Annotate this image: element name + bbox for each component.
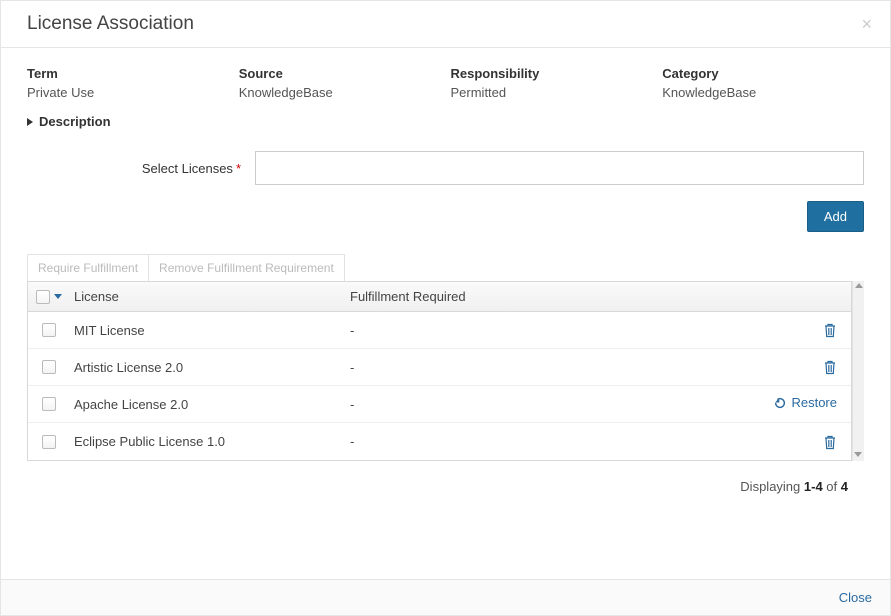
category-label: Category [662, 66, 864, 81]
term-col: Term Private Use [27, 66, 229, 100]
grid-rows: MIT License-Artistic License 2.0-Apache … [28, 312, 851, 460]
row-checkbox-cell [28, 360, 70, 374]
license-name: Artistic License 2.0 [70, 360, 350, 375]
description-toggle[interactable]: Description [27, 114, 864, 129]
license-name: Apache License 2.0 [70, 397, 350, 412]
source-label: Source [239, 66, 441, 81]
select-licenses-row: Select Licenses* [27, 151, 864, 185]
responsibility-value: Permitted [451, 85, 653, 100]
source-col: Source KnowledgeBase [239, 66, 441, 100]
dialog-footer: Close [1, 579, 890, 615]
header-checkbox-cell [28, 290, 70, 304]
grid-header: License Fulfillment Required [28, 282, 851, 312]
grid-toolbar: Require Fulfillment Remove Fulfillment R… [27, 254, 345, 281]
fulfillment-required: - [350, 360, 711, 375]
header-license[interactable]: License [70, 289, 350, 304]
table-row: Artistic License 2.0- [28, 349, 851, 386]
scroll-down-icon[interactable] [854, 452, 862, 457]
row-action-cell [711, 359, 851, 376]
pager-mid: of [823, 479, 841, 494]
row-checkbox[interactable] [42, 323, 56, 337]
header-fulfillment[interactable]: Fulfillment Required [350, 289, 711, 304]
restore-icon [773, 396, 787, 410]
table-row: Apache License 2.0- Restore [28, 386, 851, 423]
select-all-caret-icon[interactable] [54, 294, 62, 299]
license-association-dialog: License Association × Term Private Use S… [0, 0, 891, 616]
pager-prefix: Displaying [740, 479, 804, 494]
source-value: KnowledgeBase [239, 85, 441, 100]
info-row: Term Private Use Source KnowledgeBase Re… [27, 66, 864, 100]
table-row: MIT License- [28, 312, 851, 349]
category-value: KnowledgeBase [662, 85, 864, 100]
row-checkbox[interactable] [42, 435, 56, 449]
remove-fulfillment-button[interactable]: Remove Fulfillment Requirement [149, 255, 344, 281]
responsibility-label: Responsibility [451, 66, 653, 81]
select-all-checkbox[interactable] [36, 290, 50, 304]
fulfillment-required: - [350, 434, 711, 449]
grid-outer: License Fulfillment Required MIT License… [27, 281, 864, 461]
description-label: Description [39, 114, 111, 129]
pager: Displaying 1-4 of 4 [27, 461, 864, 498]
close-button[interactable]: Close [839, 590, 872, 605]
scroll-up-icon[interactable] [855, 283, 863, 288]
scrollbar[interactable] [852, 281, 864, 461]
dialog-body: Term Private Use Source KnowledgeBase Re… [1, 48, 890, 579]
license-name: Eclipse Public License 1.0 [70, 434, 350, 449]
select-licenses-label: Select Licenses [142, 161, 233, 176]
row-action-cell [711, 433, 851, 450]
chevron-right-icon [27, 118, 33, 126]
close-icon[interactable]: × [861, 15, 872, 33]
term-value: Private Use [27, 85, 229, 100]
dialog-title: License Association [27, 13, 194, 35]
select-licenses-label-wrap: Select Licenses* [27, 161, 255, 176]
trash-icon[interactable] [823, 434, 837, 450]
row-checkbox[interactable] [42, 360, 56, 374]
fulfillment-required: - [350, 323, 711, 338]
dialog-header: License Association × [1, 1, 890, 48]
trash-icon[interactable] [823, 322, 837, 338]
add-button[interactable]: Add [807, 201, 864, 232]
require-fulfillment-button[interactable]: Require Fulfillment [28, 255, 149, 281]
select-licenses-input[interactable] [255, 151, 864, 185]
term-label: Term [27, 66, 229, 81]
fulfillment-required: - [350, 397, 711, 412]
required-star: * [236, 161, 241, 176]
row-action-cell: Restore [711, 395, 851, 413]
restore-button[interactable]: Restore [773, 395, 837, 410]
table-row: Eclipse Public License 1.0- [28, 423, 851, 460]
row-checkbox[interactable] [42, 397, 56, 411]
category-col: Category KnowledgeBase [662, 66, 864, 100]
restore-label: Restore [791, 395, 837, 410]
row-checkbox-cell [28, 435, 70, 449]
license-name: MIT License [70, 323, 350, 338]
add-row: Add [27, 201, 864, 232]
pager-total: 4 [841, 479, 848, 494]
responsibility-col: Responsibility Permitted [451, 66, 653, 100]
pager-range: 1-4 [804, 479, 823, 494]
row-action-cell [711, 322, 851, 339]
trash-icon[interactable] [823, 359, 837, 375]
row-checkbox-cell [28, 323, 70, 337]
license-grid: License Fulfillment Required MIT License… [27, 281, 852, 461]
row-checkbox-cell [28, 397, 70, 411]
